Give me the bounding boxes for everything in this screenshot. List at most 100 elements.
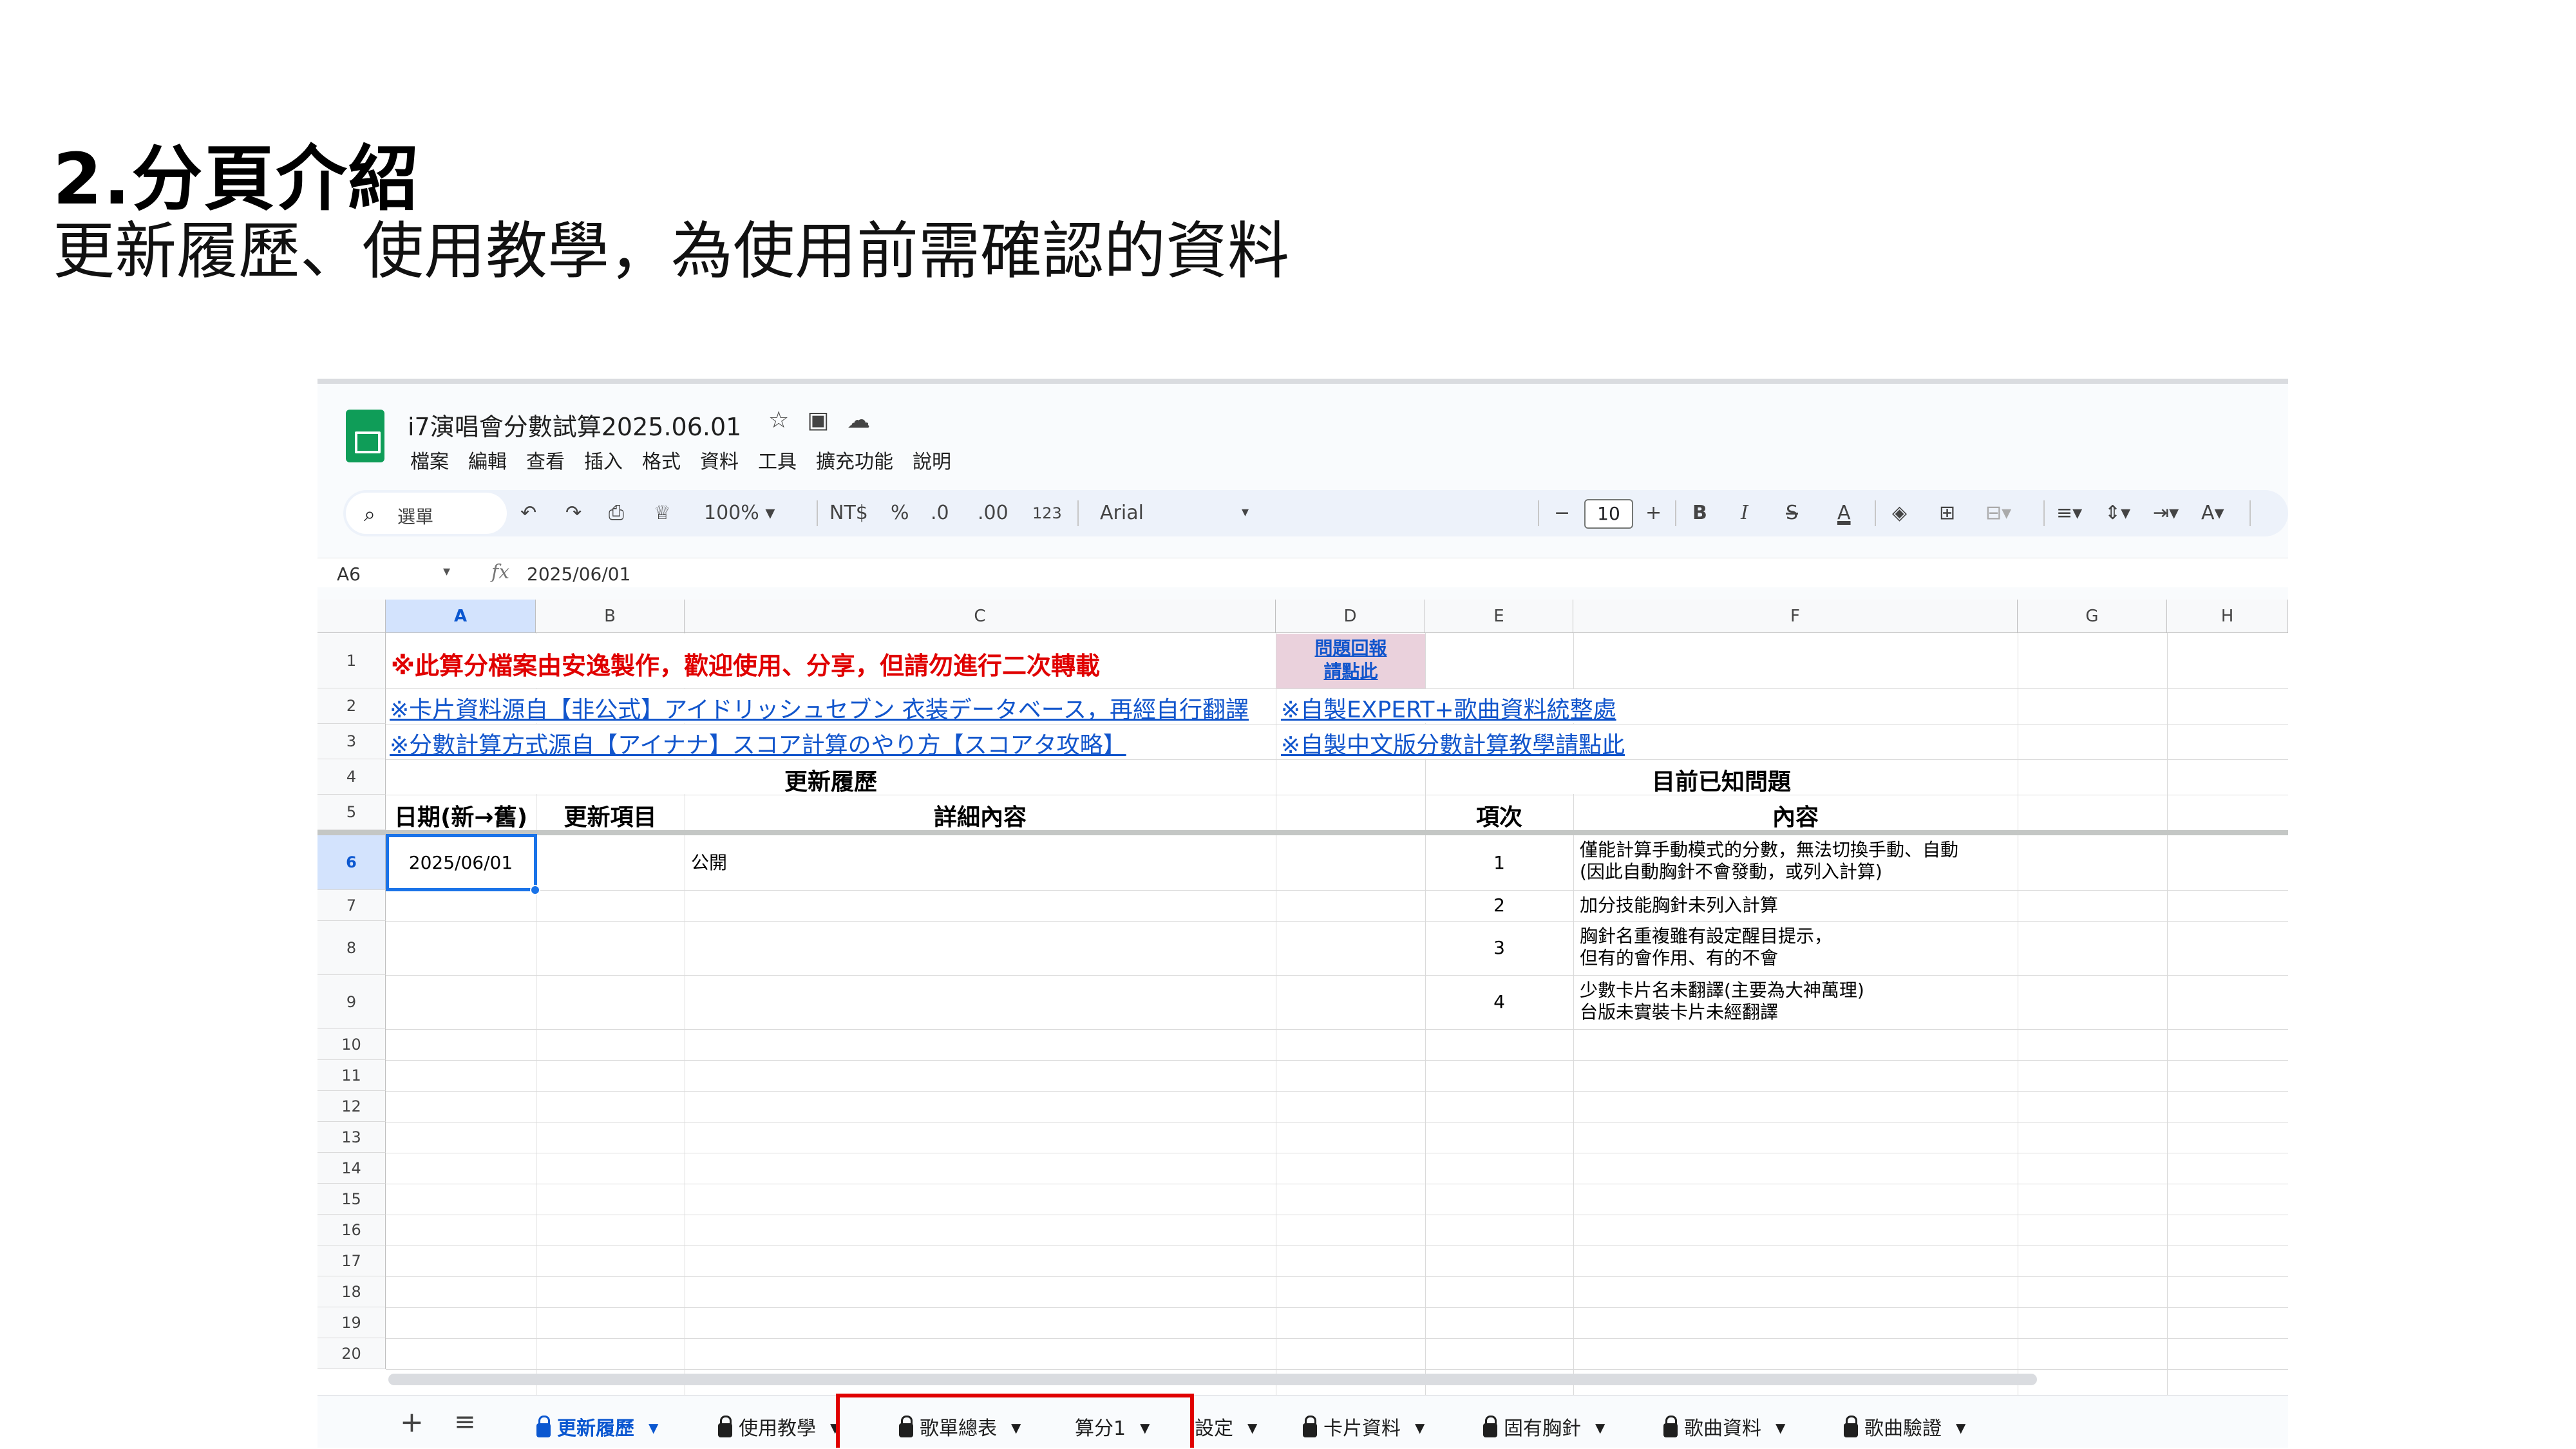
move-folder-icon[interactable]: ▣ [807,407,829,433]
chevron-down-icon[interactable]: ▼ [1415,1420,1425,1435]
row-header-4[interactable]: 4 [317,759,386,795]
sheet-tab-update-history[interactable]: 更新履歷 ▼ [536,1412,658,1441]
chevron-down-icon[interactable]: ▼ [649,1420,658,1435]
cell-a3-formula-link[interactable]: ※分數計算方式源自【アイナナ】スコア計算のやり方【スコアタ攻略】 [390,726,1276,760]
menu-view[interactable]: 查看 [526,451,565,473]
row-header-17[interactable]: 17 [317,1245,386,1276]
horizontal-align-icon[interactable]: ≡▾ [2056,502,2082,524]
paint-format-icon[interactable]: ♕ [654,502,671,524]
document-title[interactable]: i7演唱會分數試算2025.06.01 [408,407,741,442]
merge-cells-icon[interactable]: ⊟▾ [1985,502,2011,524]
decrease-decimal-button[interactable]: .0 [931,502,949,524]
column-header-g[interactable]: G [2018,600,2167,633]
font-dropdown-icon[interactable]: ▾ [1242,504,1249,520]
print-icon[interactable]: ⎙ [609,502,624,524]
text-rotation-icon[interactable]: A▾ [2201,502,2224,524]
strikethrough-icon[interactable]: S [1786,502,1798,524]
cell-e6-item-no[interactable]: 1 [1425,852,1573,874]
row-header-5[interactable]: 5 [317,795,386,830]
cell-e9-item-no[interactable]: 4 [1425,991,1573,1013]
sheet-tab-unique-brooch[interactable]: 固有胸針 ▼ [1483,1412,1605,1441]
font-select[interactable]: Arial [1100,502,1144,524]
menu-insert[interactable]: 插入 [584,451,623,473]
star-icon[interactable]: ☆ [768,407,789,433]
row-header-20[interactable]: 20 [317,1338,386,1369]
zoom-select[interactable]: 100% ▾ [704,502,775,524]
row-header-18[interactable]: 18 [317,1276,386,1307]
menu-extensions[interactable]: 擴充功能 [816,451,893,473]
chevron-down-icon[interactable]: ▼ [1956,1420,1965,1435]
cell-f8-issue[interactable]: 胸針名重複雖有設定醒目提示， 但有的會作用、有的不會 [1580,925,1832,969]
italic-button[interactable]: I [1741,502,1748,524]
menu-edit[interactable]: 編輯 [468,451,507,473]
chevron-down-icon[interactable]: ▾ [443,564,450,580]
chevron-down-icon[interactable]: ▼ [1247,1420,1257,1435]
row-header-19[interactable]: 19 [317,1307,386,1338]
percent-format-button[interactable]: % [891,502,909,524]
text-wrap-icon[interactable]: ⇥▾ [2153,502,2179,524]
column-header-h[interactable]: H [2167,600,2288,633]
vertical-align-icon[interactable]: ⇕▾ [2105,502,2130,524]
sheet-tab-usage-guide[interactable]: 使用教學 ▼ [718,1412,840,1441]
fill-handle[interactable] [530,885,540,895]
sheet-tab-card-data[interactable]: 卡片資料 ▼ [1303,1412,1425,1441]
cell-a2-source-link[interactable]: ※卡片資料源自【非公式】アイドリッシュセブン 衣装データベース，再經自行翻譯 [390,691,1276,724]
number-format-button[interactable]: 123 [1032,504,1062,522]
cloud-status-icon[interactable]: ☁ [847,407,870,433]
menu-file[interactable]: 檔案 [410,451,449,473]
fill-color-icon[interactable]: ◈ [1892,502,1907,524]
bold-button[interactable]: B [1692,502,1707,524]
row-header-9[interactable]: 9 [317,975,386,1029]
name-box[interactable]: A6 [337,564,361,585]
undo-icon[interactable]: ↶ [520,502,536,524]
redo-icon[interactable]: ↷ [565,502,582,524]
cell-grid[interactable]: A B C D E F G H 1 2 3 4 5 6 7 8 9 10 11 … [317,600,2288,1399]
horizontal-scrollbar[interactable] [388,1374,2037,1385]
font-size-increase-button[interactable]: + [1645,502,1662,524]
cell-d2-expert-link[interactable]: ※自製EXPERT+歌曲資料統整處 [1281,691,1616,724]
cell-f9-issue[interactable]: 少數卡片名未翻譯(主要為大神萬理) 台版未實裝卡片未經翻譯 [1580,980,1864,1023]
cell-d3-tutorial-link[interactable]: ※自製中文版分數計算教學請點此 [1281,726,1625,760]
menu-help[interactable]: 說明 [913,451,951,473]
sheet-tab-song-data[interactable]: 歌曲資料 ▼ [1663,1412,1785,1441]
row-header-1[interactable]: 1 [317,633,386,688]
row-header-10[interactable]: 10 [317,1029,386,1060]
row-header-2[interactable]: 2 [317,688,386,724]
row-header-3[interactable]: 3 [317,724,386,759]
row-header-13[interactable]: 13 [317,1122,386,1153]
row-header-8[interactable]: 8 [317,921,386,975]
column-header-d[interactable]: D [1276,600,1425,633]
row-header-15[interactable]: 15 [317,1184,386,1215]
report-link-line2[interactable]: 請點此 [1276,660,1425,683]
cell-e8-item-no[interactable]: 3 [1425,937,1573,959]
currency-format-button[interactable]: NT$ [829,502,868,524]
font-size-decrease-button[interactable]: − [1554,502,1570,524]
all-sheets-menu-icon[interactable]: ≡ [454,1407,476,1437]
chevron-down-icon[interactable]: ▼ [1776,1420,1785,1435]
sheet-tab-song-validation[interactable]: 歌曲驗證 ▼ [1844,1412,1965,1441]
row-header-7[interactable]: 7 [317,890,386,921]
column-header-b[interactable]: B [536,600,685,633]
formula-input[interactable]: 2025/06/01 [527,564,630,585]
menu-search[interactable]: ⌕ 選單 [346,493,507,534]
column-header-f[interactable]: F [1573,600,2018,633]
cell-f6-issue[interactable]: 僅能計算手動模式的分數，無法切換手動、自動 (因此自動胸針不會發動，或列入計算) [1580,839,1958,883]
column-header-c[interactable]: C [685,600,1276,633]
chevron-down-icon[interactable]: ▼ [1595,1420,1605,1435]
increase-decimal-button[interactable]: .00 [978,502,1009,524]
font-size-input[interactable]: 10 [1584,499,1633,529]
row-header-16[interactable]: 16 [317,1215,386,1245]
sheets-logo-icon[interactable] [346,410,384,462]
sheet-tab-settings[interactable]: 設定 ▼ [1195,1412,1257,1441]
column-header-e[interactable]: E [1425,600,1573,633]
row-header-14[interactable]: 14 [317,1153,386,1184]
row-header-6[interactable]: 6 [317,835,386,890]
cell-e7-item-no[interactable]: 2 [1425,895,1573,916]
menu-data[interactable]: 資料 [700,451,739,473]
text-color-button[interactable]: A [1837,502,1851,524]
column-header-a[interactable]: A [386,600,536,633]
borders-icon[interactable]: ⊞ [1939,502,1955,524]
row-header-11[interactable]: 11 [317,1060,386,1091]
select-all-corner[interactable] [317,600,386,633]
add-sheet-button[interactable]: + [400,1406,424,1439]
